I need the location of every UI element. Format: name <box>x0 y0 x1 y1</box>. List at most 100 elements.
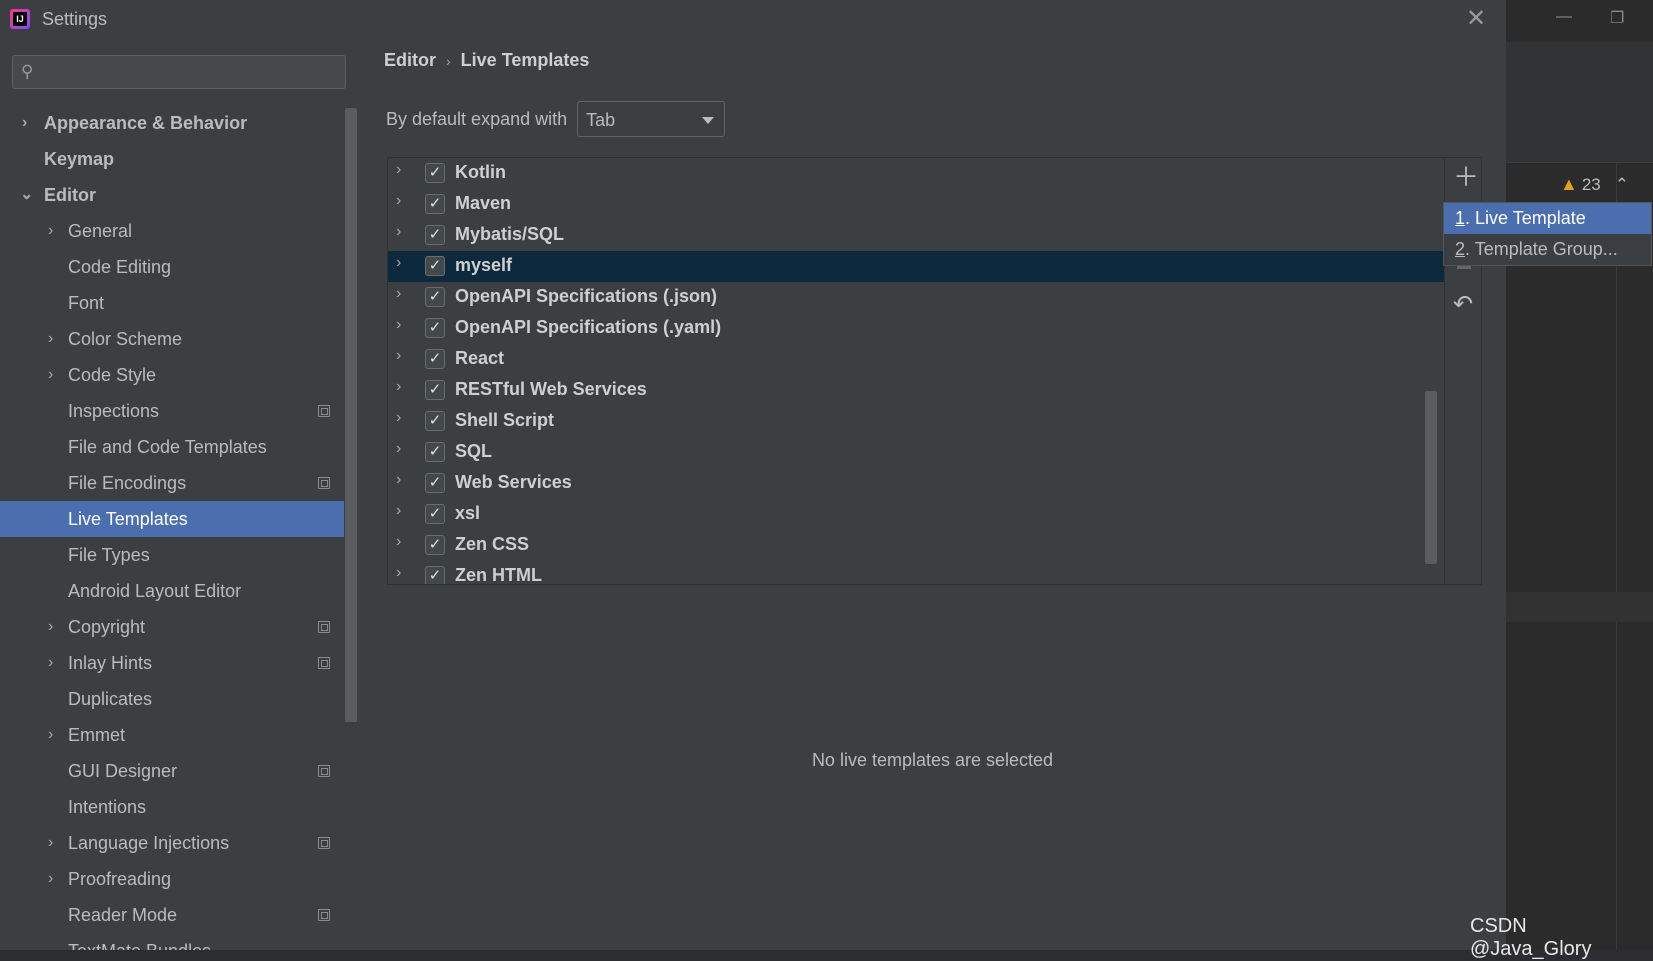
group-enabled-checkbox[interactable]: ✓ <box>425 380 445 400</box>
chevron-right-icon[interactable]: › <box>396 533 401 551</box>
settings-search[interactable]: ⚲ <box>12 55 346 89</box>
chevron-right-icon[interactable]: › <box>48 825 53 861</box>
group-enabled-checkbox[interactable]: ✓ <box>425 411 445 431</box>
chevron-right-icon[interactable]: › <box>396 471 401 489</box>
sidebar-item-intentions[interactable]: Intentions <box>0 789 344 825</box>
sidebar-item-keymap[interactable]: Keymap <box>0 141 344 177</box>
sidebar-item-emmet[interactable]: › Emmet <box>0 717 344 753</box>
template-group-row[interactable]: › ✓ Maven <box>388 189 1444 220</box>
chevron-up-icon[interactable]: ⌃ <box>1615 175 1629 195</box>
sidebar-item-font[interactable]: Font <box>0 285 344 321</box>
chevron-right-icon[interactable]: › <box>48 357 53 393</box>
template-group-row[interactable]: › ✓ Shell Script <box>388 406 1444 437</box>
sidebar-item-android-layout-editor[interactable]: Android Layout Editor <box>0 573 344 609</box>
menu-item-live-template[interactable]: 1. Live Template <box>1444 203 1651 234</box>
add-icon[interactable]: ＋ <box>1453 164 1479 190</box>
search-input[interactable] <box>47 60 341 86</box>
template-group-name: Shell Script <box>455 410 555 430</box>
chevron-right-icon[interactable]: › <box>396 409 401 427</box>
remove-icon[interactable] <box>1457 266 1471 269</box>
group-enabled-checkbox[interactable]: ✓ <box>425 256 445 276</box>
group-enabled-checkbox[interactable]: ✓ <box>425 442 445 462</box>
chevron-right-icon[interactable]: › <box>396 316 401 334</box>
chevron-right-icon[interactable]: › <box>396 564 401 582</box>
close-icon[interactable]: ✕ <box>1466 4 1486 33</box>
template-group-row[interactable]: › ✓ OpenAPI Specifications (.json) <box>388 282 1444 313</box>
chevron-right-icon[interactable]: › <box>396 192 401 210</box>
template-group-row[interactable]: › ✓ Kotlin <box>388 158 1444 189</box>
group-enabled-checkbox[interactable]: ✓ <box>425 566 445 584</box>
sidebar-item-live-templates[interactable]: Live Templates <box>0 501 344 537</box>
sidebar-item-general[interactable]: › General <box>0 213 344 249</box>
chevron-right-icon[interactable]: › <box>48 861 53 897</box>
chevron-right-icon[interactable]: › <box>48 645 53 681</box>
group-enabled-checkbox[interactable]: ✓ <box>425 473 445 493</box>
template-group-row[interactable]: › ✓ Web Services <box>388 468 1444 499</box>
chevron-right-icon[interactable]: › <box>396 378 401 396</box>
sidebar-item-file-encodings[interactable]: File Encodings <box>0 465 344 501</box>
list-scrollbar[interactable] <box>1425 391 1437 564</box>
intellij-icon: IJ <box>10 9 30 29</box>
expand-with-select[interactable]: Tab <box>577 101 726 137</box>
sidebar-item-reader-mode[interactable]: Reader Mode <box>0 897 344 933</box>
group-enabled-checkbox[interactable]: ✓ <box>425 163 445 183</box>
chevron-right-icon[interactable]: › <box>396 161 401 179</box>
group-enabled-checkbox[interactable]: ✓ <box>425 318 445 338</box>
project-scope-icon <box>318 657 330 669</box>
template-group-row[interactable]: › ✓ Zen HTML <box>388 561 1444 584</box>
chevron-right-icon[interactable]: › <box>396 347 401 365</box>
minimize-icon[interactable]: — <box>1556 8 1572 26</box>
sidebar-item-copyright[interactable]: › Copyright <box>0 609 344 645</box>
restore-icon[interactable]: ❐ <box>1610 8 1624 28</box>
template-group-name: Zen CSS <box>455 534 530 554</box>
sidebar-item-color-scheme[interactable]: › Color Scheme <box>0 321 344 357</box>
sidebar-item-code-editing[interactable]: Code Editing <box>0 249 344 285</box>
chevron-right-icon[interactable]: › <box>48 321 53 357</box>
sidebar-item-label: Intentions <box>68 797 147 817</box>
warnings-indicator[interactable]: ▲ 23 ⌃ <box>1560 174 1629 195</box>
chevron-right-icon[interactable]: › <box>396 223 401 241</box>
chevron-right-icon[interactable]: › <box>396 502 401 520</box>
chevron-right-icon[interactable]: › <box>48 717 53 753</box>
restore-defaults-icon[interactable]: ↶ <box>1453 290 1473 319</box>
group-enabled-checkbox[interactable]: ✓ <box>425 287 445 307</box>
sidebar-item-inlay-hints[interactable]: › Inlay Hints <box>0 645 344 681</box>
template-group-row[interactable]: › ✓ OpenAPI Specifications (.yaml) <box>388 313 1444 344</box>
chevron-right-icon[interactable]: › <box>396 440 401 458</box>
sidebar-item-label: Keymap <box>44 149 115 169</box>
group-enabled-checkbox[interactable]: ✓ <box>425 535 445 555</box>
template-group-row[interactable]: › ✓ RESTful Web Services <box>388 375 1444 406</box>
sidebar-item-proofreading[interactable]: › Proofreading <box>0 861 344 897</box>
sidebar-item-file-types[interactable]: File Types <box>0 537 344 573</box>
menu-item-template-group[interactable]: 2. Template Group... <box>1444 234 1651 265</box>
sidebar-item-appearance-behavior[interactable]: › Appearance & Behavior <box>0 105 344 141</box>
breadcrumb-parent[interactable]: Editor <box>384 50 436 70</box>
template-group-row[interactable]: › ✓ Zen CSS <box>388 530 1444 561</box>
chevron-down-icon[interactable]: ⌄ <box>20 177 33 213</box>
sidebar-item-language-injections[interactable]: › Language Injections <box>0 825 344 861</box>
group-enabled-checkbox[interactable]: ✓ <box>425 225 445 245</box>
sidebar-item-duplicates[interactable]: Duplicates <box>0 681 344 717</box>
group-enabled-checkbox[interactable]: ✓ <box>425 194 445 214</box>
template-group-row[interactable]: › ✓ React <box>388 344 1444 375</box>
group-enabled-checkbox[interactable]: ✓ <box>425 504 445 524</box>
sidebar-item-label: File Types <box>68 545 150 565</box>
sidebar-item-code-style[interactable]: › Code Style <box>0 357 344 393</box>
sidebar-item-label: Editor <box>44 185 96 205</box>
chevron-right-icon[interactable]: › <box>48 213 53 249</box>
chevron-right-icon[interactable]: › <box>22 105 27 141</box>
template-group-row[interactable]: › ✓ Mybatis/SQL <box>388 220 1444 251</box>
template-group-row[interactable]: › ✓ SQL <box>388 437 1444 468</box>
sidebar-item-editor[interactable]: ⌄ Editor <box>0 177 344 213</box>
chevron-right-icon[interactable]: › <box>396 285 401 303</box>
sidebar-scrollbar[interactable] <box>345 108 357 722</box>
chevron-right-icon[interactable]: › <box>48 609 53 645</box>
template-group-row[interactable]: › ✓ myself <box>388 251 1444 282</box>
sidebar-item-textmate-bundles[interactable]: TextMate Bundles <box>0 933 344 950</box>
template-group-row[interactable]: › ✓ xsl <box>388 499 1444 530</box>
sidebar-item-file-code-templates[interactable]: File and Code Templates <box>0 429 344 465</box>
chevron-right-icon[interactable]: › <box>396 254 401 272</box>
group-enabled-checkbox[interactable]: ✓ <box>425 349 445 369</box>
sidebar-item-gui-designer[interactable]: GUI Designer <box>0 753 344 789</box>
sidebar-item-inspections[interactable]: Inspections <box>0 393 344 429</box>
